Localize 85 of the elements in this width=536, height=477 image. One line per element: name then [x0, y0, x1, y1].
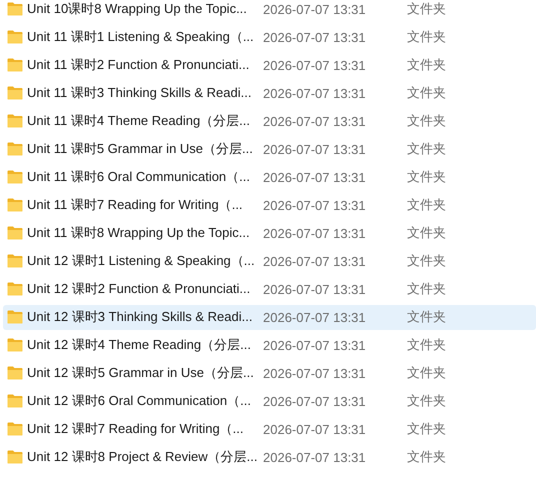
folder-icon: [7, 394, 23, 408]
modified-date: 2026-07-07 13:31: [263, 366, 367, 380]
file-row[interactable]: Unit 11 课时8 Wrapping Up the Topic... 2026-07-07 13:31 文件夹: [3, 220, 536, 246]
file-name: Unit 11 课时2 Function & Pronunciati...: [27, 56, 250, 74]
file-type: 文件夹: [407, 140, 446, 158]
file-row[interactable]: Unit 12 课时4 Theme Reading（分层... 2026-07-07 13:31 文件夹: [3, 332, 536, 358]
modified-date: 2026-07-07 13:31: [263, 114, 367, 128]
file-name: Unit 12 课时4 Theme Reading（分层...: [27, 336, 252, 354]
modified-date: 2026-07-07 13:31: [263, 86, 367, 100]
file-type: 文件夹: [407, 224, 446, 242]
file-row[interactable]: Unit 11 课时3 Thinking Skills & Readi... 2026-07-07 13:31 文件夹: [3, 80, 536, 106]
modified-date: 2026-07-07 13:31: [263, 226, 367, 240]
folder-icon: [7, 310, 23, 324]
file-name: Unit 11 课时1 Listening & Speaking（...: [27, 28, 255, 46]
file-type: 文件夹: [407, 28, 446, 46]
file-row[interactable]: Unit 12 课时2 Function & Pronunciati... 2026-07-07 13:31 文件夹: [3, 276, 536, 302]
file-type: 文件夹: [407, 448, 446, 466]
file-row[interactable]: Unit 11 课时5 Grammar in Use（分层... 2026-07-07 13:31 文件夹: [3, 136, 536, 162]
folder-icon: [7, 114, 23, 128]
file-type: 文件夹: [407, 84, 446, 102]
file-type: 文件夹: [407, 0, 446, 18]
file-row[interactable]: Unit 12 课时6 Oral Communication（... 2026-07-07 13:31 文件夹: [3, 388, 536, 414]
modified-date: 2026-07-07 13:31: [263, 338, 367, 352]
file-type: 文件夹: [407, 420, 446, 438]
file-name: Unit 11 课时5 Grammar in Use（分层...: [27, 140, 254, 158]
file-name: Unit 11 课时6 Oral Communication（...: [27, 168, 251, 186]
folder-icon: [7, 450, 23, 464]
file-row[interactable]: Unit 11 课时1 Listening & Speaking（... 2026-07-07 13:31 文件夹: [3, 24, 536, 50]
folder-icon: [7, 30, 23, 44]
file-name: Unit 12 课时2 Function & Pronunciati...: [27, 280, 252, 298]
folder-icon: [7, 338, 23, 352]
file-name: Unit 12 课时1 Listening & Speaking（...: [27, 252, 256, 270]
folder-icon: [7, 226, 23, 240]
folder-icon: [7, 170, 23, 184]
modified-date: 2026-07-07 13:31: [263, 282, 367, 296]
file-type: 文件夹: [407, 392, 446, 410]
folder-icon: [7, 366, 23, 380]
modified-date: 2026-07-07 13:31: [263, 394, 367, 408]
file-type: 文件夹: [407, 336, 446, 354]
file-type: 文件夹: [407, 280, 446, 298]
folder-icon: [7, 86, 23, 100]
file-row[interactable]: Unit 11 课时6 Oral Communication（... 2026-07-07 13:31 文件夹: [3, 164, 536, 190]
folder-icon: [7, 422, 23, 436]
file-row[interactable]: Unit 12 课时5 Grammar in Use（分层... 2026-07-07 13:31 文件夹: [3, 360, 536, 386]
file-row[interactable]: Unit 11 课时2 Function & Pronunciati... 2026-07-07 13:31 文件夹: [3, 52, 536, 78]
file-row[interactable]: Unit 11 课时4 Theme Reading（分层... 2026-07-07 13:31 文件夹: [3, 108, 536, 134]
file-name: Unit 11 课时7 Reading for Writing（...: [27, 196, 244, 214]
file-name: Unit 12 课时8 Project & Review（分层...: [27, 448, 258, 466]
folder-icon: [7, 282, 23, 296]
file-type: 文件夹: [407, 252, 446, 270]
file-row[interactable]: Unit 12 课时8 Project & Review（分层... 2026-07-07 13:31 文件夹: [3, 444, 536, 470]
file-row[interactable]: Unit 12 课时7 Reading for Writing（... 2026-07-07 13:31 文件夹: [3, 416, 536, 442]
folder-icon: [7, 58, 23, 72]
file-name: Unit 11 课时4 Theme Reading（分层...: [27, 112, 252, 130]
file-name: Unit 12 课时5 Grammar in Use（分层...: [27, 364, 255, 382]
file-name: Unit 12 课时7 Reading for Writing（...: [27, 420, 245, 438]
file-name: Unit 11 课时8 Wrapping Up the Topic...: [27, 224, 251, 242]
modified-date: 2026-07-07 13:31: [263, 142, 367, 156]
folder-icon: [7, 254, 23, 268]
file-row[interactable]: Unit 10课时8 Wrapping Up the Topic... 2026-07-07 13:31 文件夹: [3, 0, 536, 22]
file-type: 文件夹: [407, 364, 446, 382]
folder-icon: [7, 142, 23, 156]
file-name: Unit 12 课时6 Oral Communication（...: [27, 392, 252, 410]
modified-date: 2026-07-07 13:31: [263, 58, 367, 72]
modified-date: 2026-07-07 13:31: [263, 310, 367, 324]
file-name: Unit 12 课时3 Thinking Skills & Readi...: [27, 308, 254, 326]
file-type: 文件夹: [407, 56, 446, 74]
file-type: 文件夹: [407, 168, 446, 186]
file-name: Unit 11 课时3 Thinking Skills & Readi...: [27, 84, 252, 102]
modified-date: 2026-07-07 13:31: [263, 2, 367, 16]
file-row[interactable]: Unit 11 课时7 Reading for Writing（... 2026-07-07 13:31 文件夹: [3, 192, 536, 218]
modified-date: 2026-07-07 13:31: [263, 198, 367, 212]
modified-date: 2026-07-07 13:31: [263, 30, 367, 44]
file-row[interactable]: Unit 12 课时1 Listening & Speaking（... 2026-07-07 13:31 文件夹: [3, 248, 536, 274]
file-type: 文件夹: [407, 308, 446, 326]
file-type: 文件夹: [407, 112, 446, 130]
file-row[interactable]: Unit 12 课时3 Thinking Skills & Readi... 2026-07-07 13:31 文件夹: [3, 304, 536, 330]
modified-date: 2026-07-07 13:31: [263, 254, 367, 268]
folder-icon: [7, 198, 23, 212]
modified-date: 2026-07-07 13:31: [263, 170, 367, 184]
folder-icon: [7, 2, 23, 16]
file-name: Unit 10课时8 Wrapping Up the Topic...: [27, 0, 248, 18]
file-type: 文件夹: [407, 196, 446, 214]
modified-date: 2026-07-07 13:31: [263, 422, 367, 436]
modified-date: 2026-07-07 13:31: [263, 450, 367, 464]
